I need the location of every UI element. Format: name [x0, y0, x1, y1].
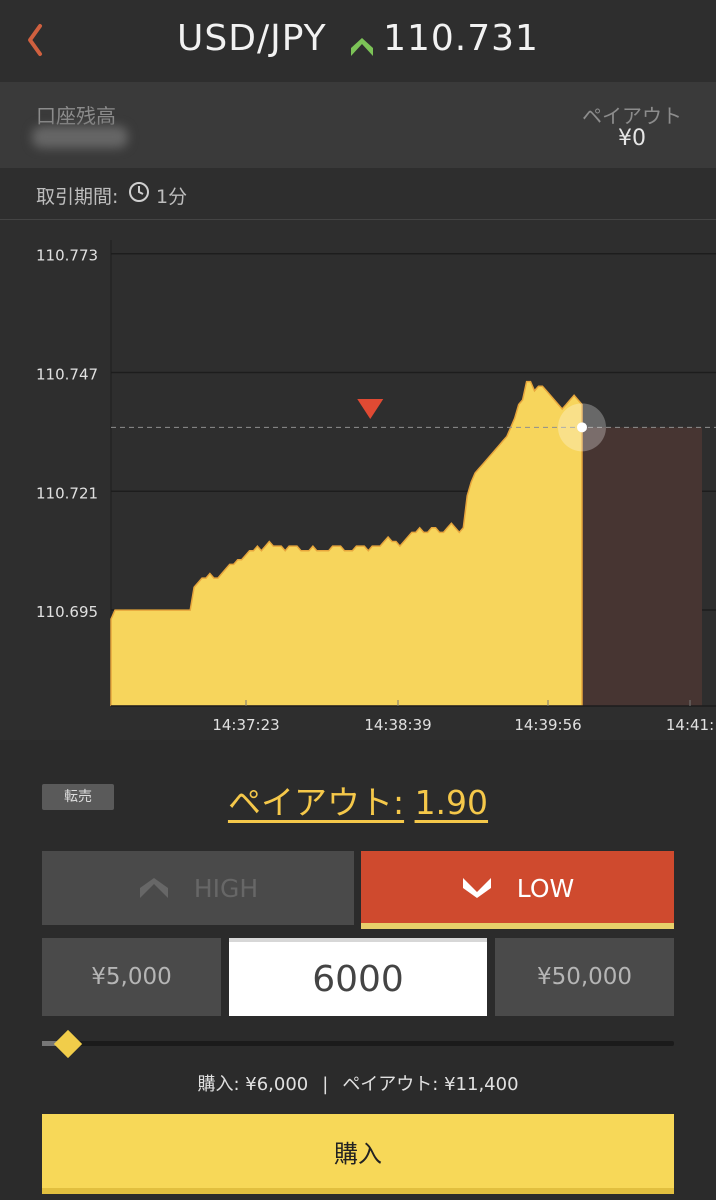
amount-slider-handle[interactable] [53, 1029, 83, 1059]
payout-rate-value: 1.90 [414, 783, 489, 822]
price-area-series [110, 380, 583, 707]
y-tick-label: 110.773 [36, 247, 98, 265]
page-title: USD/JPY 110.731 [0, 18, 716, 59]
trade-period-bar: 取引期間: 1分 [0, 168, 716, 220]
low-button[interactable]: LOW [361, 851, 674, 929]
expected-payout: ペイアウト: ¥11,400 [342, 1074, 519, 1095]
buy-button[interactable]: 購入 [42, 1114, 674, 1194]
current-point [577, 422, 587, 433]
trade-panel: 転売 ペイアウト: 1.90 HIGH LOW ¥5,000 ¥50,000 購… [0, 740, 716, 1200]
price-chart[interactable]: 110.773 110.747 110.721 110.695 14:37:23 14:3… [0, 220, 716, 740]
x-tick-label: 14:41: [666, 716, 714, 734]
expiry-region [582, 427, 702, 706]
current-price: 110.731 [383, 18, 539, 59]
balance-label: 口座残高 [36, 104, 116, 128]
high-arrow-icon [139, 878, 168, 898]
amount-input[interactable] [229, 938, 487, 1016]
account-bar: 口座残高 ペイアウト ¥0 [0, 82, 716, 168]
entry-marker-low [357, 399, 384, 420]
payout-label: ペイアウト [582, 104, 682, 128]
app-header: USD/JPY 110.731 [0, 0, 716, 82]
amount-slider-track[interactable] [42, 1041, 674, 1046]
period-label: 取引期間: [36, 186, 119, 208]
x-tick-label: 14:37:23 [212, 716, 279, 734]
summary-separator: | [322, 1074, 329, 1095]
high-button[interactable]: HIGH [42, 851, 354, 925]
x-tick-label: 14:38:39 [364, 716, 431, 734]
trade-summary: 購入: ¥6,000 | ペイアウト: ¥11,400 [0, 1070, 716, 1096]
payout-rate: ペイアウト: 1.90 [0, 776, 716, 824]
preset-50000-button[interactable]: ¥50,000 [495, 938, 674, 1016]
preset-5000-button[interactable]: ¥5,000 [42, 938, 221, 1016]
payout-value: ¥0 [618, 126, 646, 151]
x-tick-label: 14:39:56 [514, 716, 581, 734]
y-tick-label: 110.721 [36, 484, 98, 502]
x-axis-band [0, 706, 716, 740]
price-up-icon [349, 26, 375, 56]
y-tick-label: 110.695 [36, 603, 98, 621]
purchase-amount: 購入: ¥6,000 [197, 1074, 309, 1095]
y-tick-label: 110.747 [36, 365, 98, 383]
balance-value-hidden [32, 126, 128, 148]
currency-pair: USD/JPY [177, 18, 327, 59]
clock-icon [129, 182, 149, 202]
payout-rate-label: ペイアウト: [227, 783, 405, 822]
period-value: 1分 [156, 186, 188, 208]
high-label: HIGH [193, 873, 259, 903]
price-chart-svg: 110.773 110.747 110.721 110.695 14:37:23 14:3… [0, 240, 716, 740]
low-label: LOW [516, 873, 575, 903]
low-arrow-icon [462, 878, 491, 898]
